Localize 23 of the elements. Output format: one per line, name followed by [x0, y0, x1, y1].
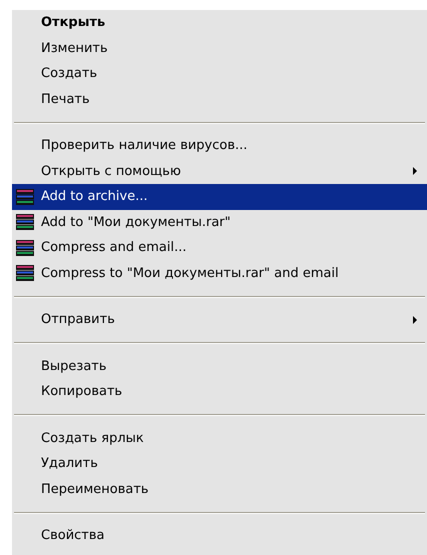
menu-item[interactable]: Изменить	[12, 36, 427, 61]
archive-books-icon	[15, 213, 35, 232]
menu-item[interactable]: Add to archive...	[12, 184, 427, 210]
menu-item[interactable]: Add to "Мои документы.rar"	[12, 210, 427, 235]
menu-item[interactable]: Открыть	[12, 10, 427, 36]
menu-item[interactable]: Копировать	[12, 379, 427, 404]
submenu-arrow-icon	[411, 314, 419, 325]
menu-item[interactable]: Переименовать	[12, 476, 427, 502]
menu-item[interactable]: Создать ярлык	[12, 426, 427, 451]
menu-item[interactable]: Создать	[12, 61, 427, 86]
submenu-arrow-icon	[411, 166, 419, 176]
menu-item[interactable]: Удалить	[12, 451, 427, 476]
archive-books-icon	[15, 264, 35, 282]
archive-books-icon	[15, 188, 35, 206]
menu-item[interactable]: Вырезать	[12, 354, 427, 379]
menu-item[interactable]: Печать	[12, 86, 427, 112]
menu-item[interactable]: Отправить	[12, 307, 427, 332]
menu-item[interactable]: Compress to "Мои документы.rar" and email	[12, 260, 427, 286]
menu-item[interactable]: Проверить наличие вирусов...	[12, 133, 427, 158]
menu-item[interactable]: Свойства	[12, 523, 427, 548]
menu-item[interactable]: Compress and email...	[12, 235, 427, 260]
archive-books-icon	[15, 238, 35, 257]
menu-item[interactable]: Открыть с помощью	[12, 158, 427, 184]
